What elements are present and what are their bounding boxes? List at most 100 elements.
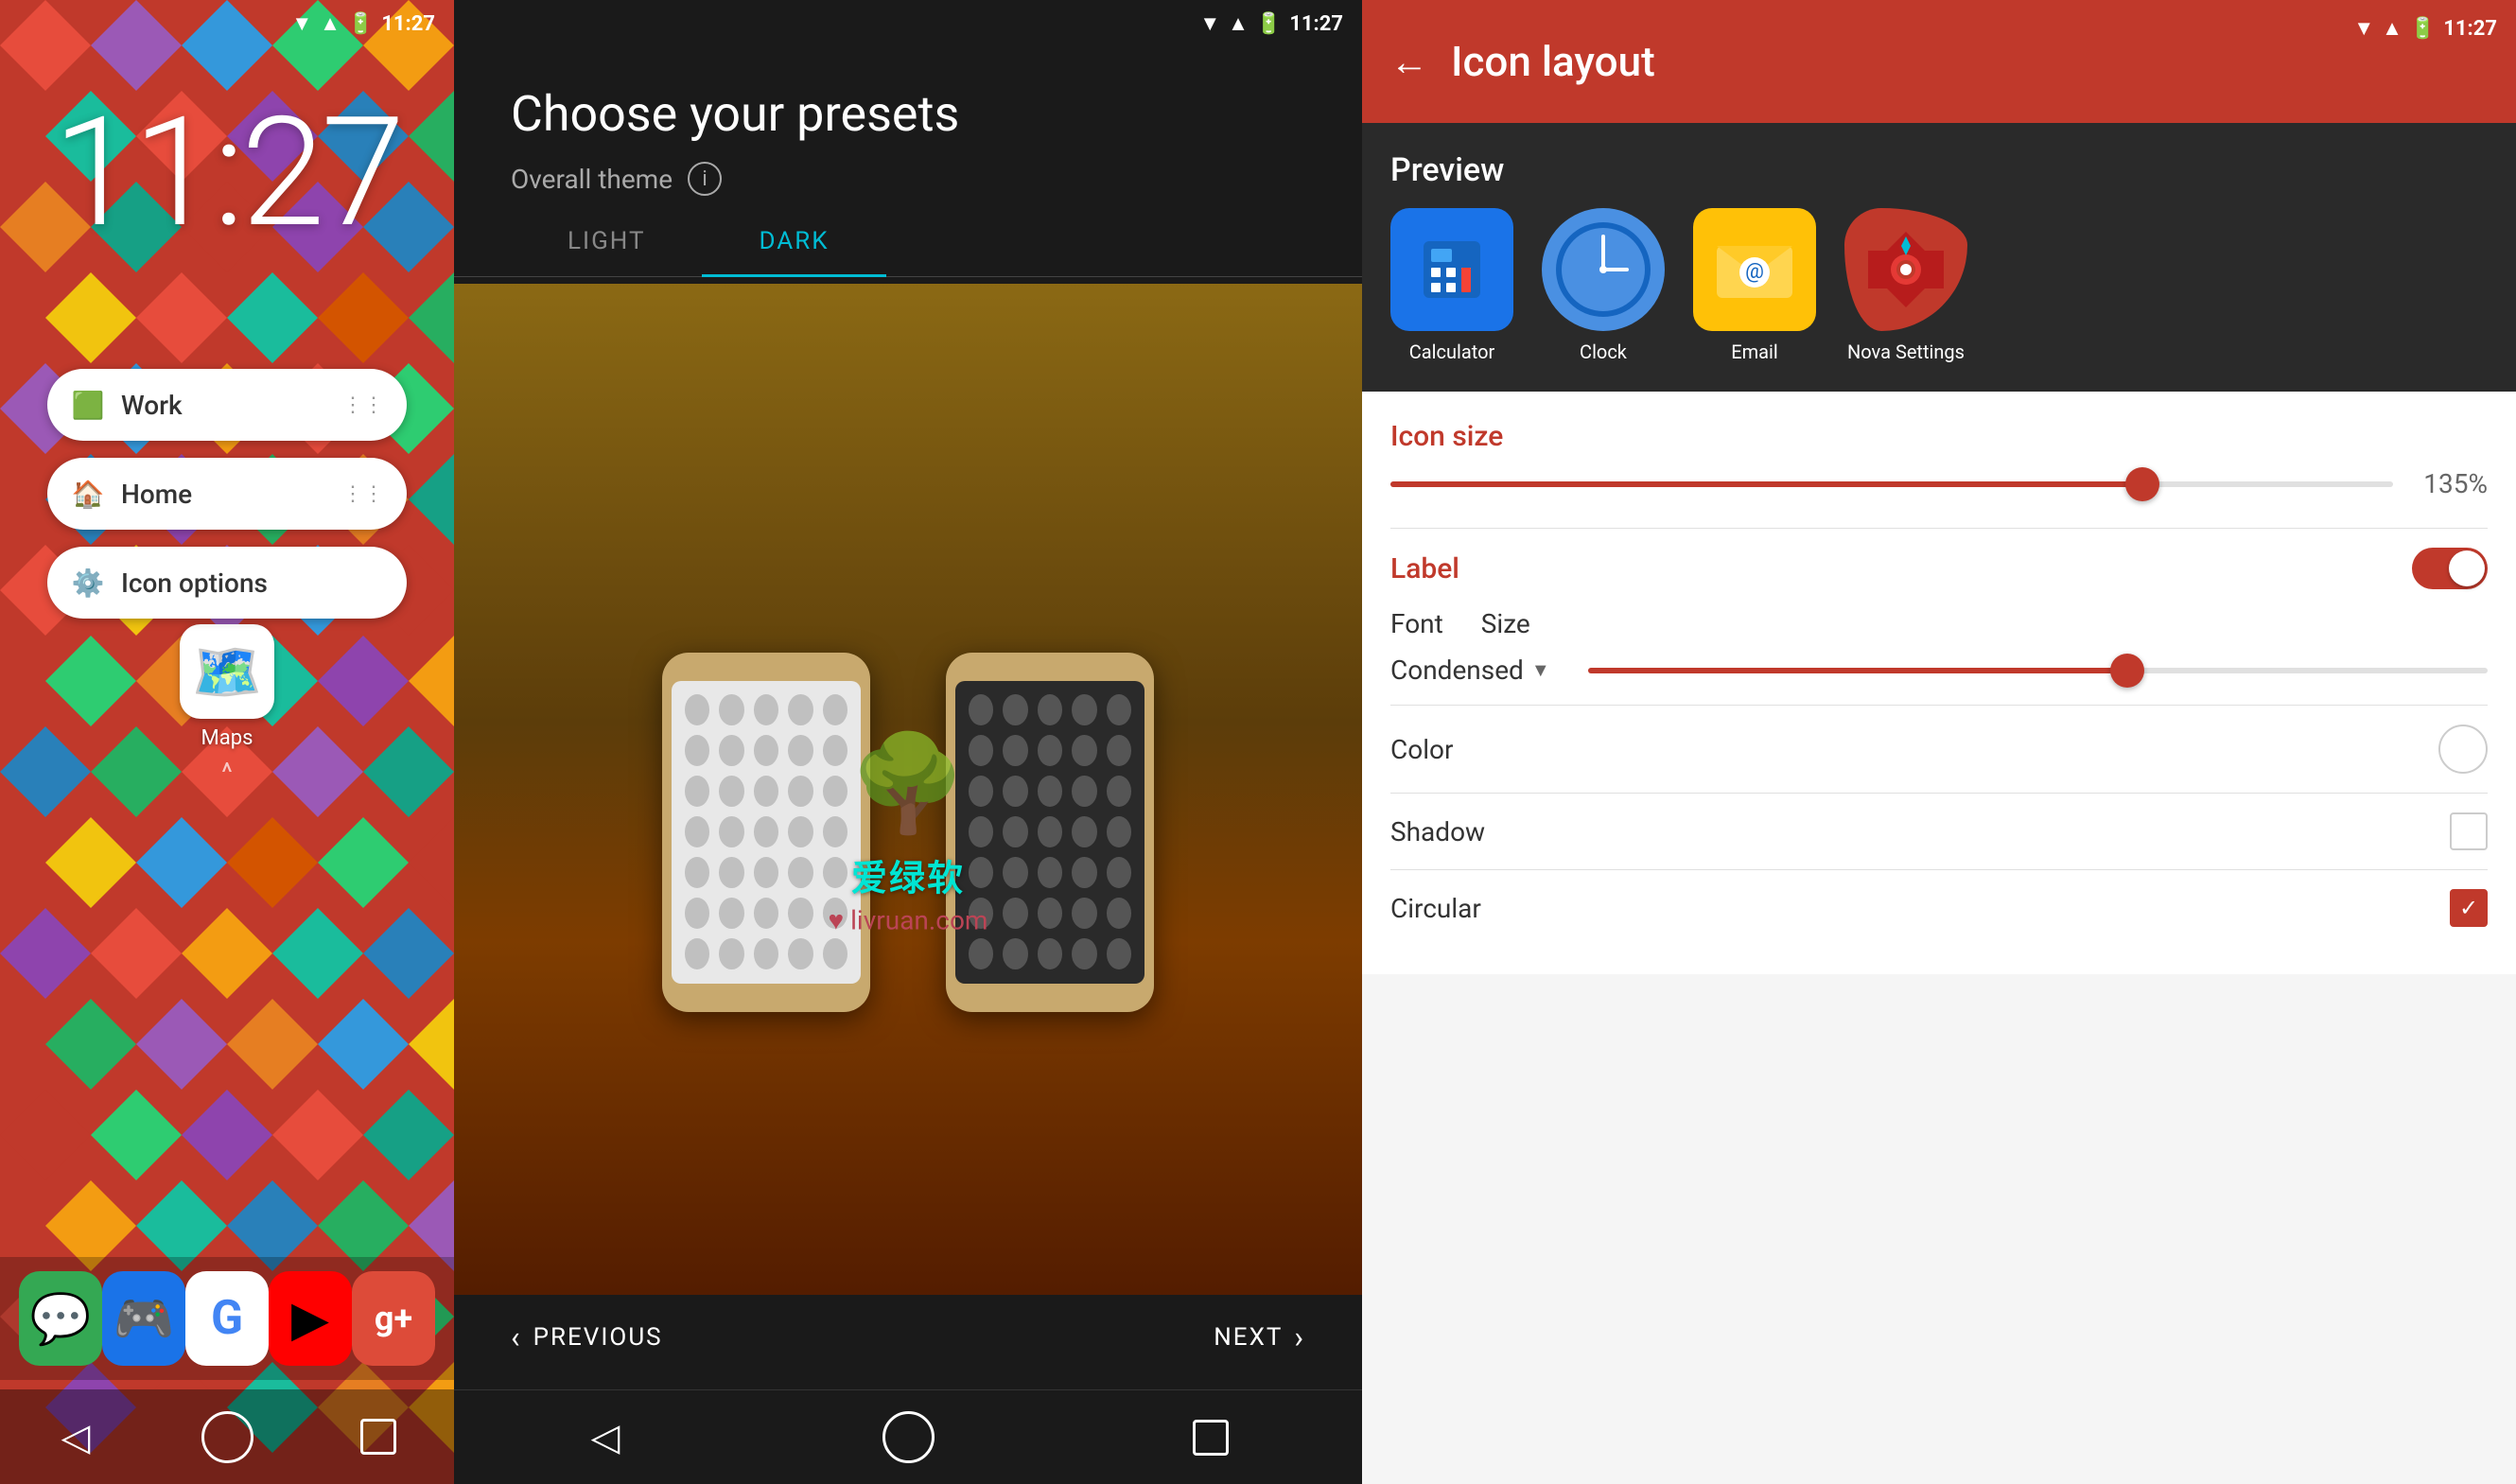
nav-bar-presets: ◁ <box>454 1389 1362 1484</box>
circular-checkbox[interactable]: ✓ <box>2450 889 2488 927</box>
info-icon[interactable]: i <box>688 162 722 196</box>
dot <box>1003 857 1027 888</box>
font-size-thumb[interactable] <box>2110 654 2144 688</box>
font-size-track[interactable] <box>1588 668 2488 673</box>
status-bar-icon-layout: ▼ ▲ 🔋 11:27 <box>2353 0 2497 57</box>
nav-bar-home: ◁ <box>0 1389 454 1484</box>
il-battery-icon: 🔋 <box>2410 17 2436 41</box>
maps-icon-img: 🗺️ <box>180 624 274 719</box>
presets-home-button[interactable] <box>880 1409 936 1466</box>
dot <box>788 694 812 725</box>
presets-nav: ‹ PREVIOUS NEXT › <box>454 1295 1362 1380</box>
preview-icons-row: Calculator Clock <box>1390 208 2488 373</box>
folder-icon-options[interactable]: ⚙️ Icon options <box>47 547 407 619</box>
nav-recents-button[interactable] <box>350 1408 407 1465</box>
preview-email: @ Email <box>1693 208 1816 363</box>
dot <box>754 857 778 888</box>
dot <box>1003 816 1027 847</box>
icon-size-track[interactable] <box>1390 481 2393 487</box>
dot <box>685 816 709 847</box>
battery-icon: 🔋 <box>348 12 374 36</box>
dropdown-arrow-icon: ▼ <box>1531 658 1550 682</box>
panel-home: ▼ ▲ 🔋 11:27 11:27 🟩 Work ⋮⋮ 🏠 Home ⋮⋮ ⚙️… <box>0 0 454 1484</box>
dot <box>1107 816 1131 847</box>
dock-hangouts[interactable]: 💬 <box>19 1271 102 1366</box>
presets-title: Choose your presets <box>511 85 1305 143</box>
font-size-header-row: Font Size <box>1390 608 2488 639</box>
phone-mockup-light <box>662 653 870 1012</box>
clock-label: Clock <box>1580 340 1627 363</box>
dot <box>788 898 812 929</box>
next-button[interactable]: NEXT › <box>1214 1319 1305 1355</box>
email-label: Email <box>1731 340 1778 363</box>
dot <box>685 776 709 807</box>
dot <box>788 816 812 847</box>
dot <box>719 735 743 766</box>
dock-google[interactable]: G <box>185 1271 269 1366</box>
phone-mockup-dark <box>946 653 1154 1012</box>
tab-light[interactable]: LIGHT <box>511 208 702 276</box>
phone-screen-light <box>672 681 861 984</box>
dot <box>1003 898 1027 929</box>
label-toggle[interactable] <box>2412 548 2488 589</box>
presets-back-button[interactable]: ◁ <box>577 1409 634 1466</box>
dot <box>1038 816 1062 847</box>
maps-label: Maps <box>201 726 253 750</box>
prev-button[interactable]: ‹ PREVIOUS <box>511 1319 663 1355</box>
dot <box>1072 938 1096 969</box>
dock-bar: 💬 🎮 G ▶ g+ <box>0 1257 454 1380</box>
label-title: Label <box>1390 552 1459 585</box>
tab-dark[interactable]: DARK <box>702 208 885 277</box>
dot <box>754 694 778 725</box>
icon-size-thumb[interactable] <box>2125 467 2159 501</box>
status-bar-home: ▼ ▲ 🔋 11:27 <box>0 0 454 47</box>
circular-row: Circular ✓ <box>1390 869 2488 946</box>
presets-home-icon <box>882 1411 935 1463</box>
presets-status-icons: ▼ ▲ 🔋 LIGHT 11:27 <box>1199 11 1343 36</box>
dot <box>823 857 847 888</box>
dot <box>788 938 812 969</box>
settings-content: Icon size 135% Label Font Size Condensed <box>1362 392 2516 974</box>
icon-size-value: 135% <box>2412 468 2488 499</box>
presets-recents-button[interactable] <box>1182 1409 1239 1466</box>
dot <box>1003 938 1027 969</box>
calculator-label: Calculator <box>1409 340 1495 363</box>
color-circle[interactable] <box>2438 725 2488 774</box>
maps-icon[interactable]: 🗺️ Maps <box>180 624 274 750</box>
dock-play[interactable]: 🎮 <box>102 1271 185 1366</box>
dot <box>1038 694 1062 725</box>
preview-label: Preview <box>1390 151 2488 189</box>
dot <box>1038 898 1062 929</box>
dot <box>969 938 993 969</box>
work-label: Work <box>121 390 327 421</box>
font-dropdown[interactable]: Condensed ▼ <box>1390 655 1550 686</box>
dot <box>1072 694 1096 725</box>
prev-label: PREVIOUS <box>533 1323 663 1352</box>
icon-layout-back-button[interactable]: ← <box>1390 40 1428 84</box>
shadow-checkbox[interactable] <box>2450 812 2488 850</box>
panel-icon-layout: ▼ ▲ 🔋 11:27 ← Icon layout Preview <box>1362 0 2516 1484</box>
swipe-indicator: ^ <box>221 757 233 788</box>
dot <box>823 816 847 847</box>
overall-theme-label: Overall theme <box>511 164 673 195</box>
wifi-icon: ▼ <box>291 11 312 36</box>
next-arrow-icon: › <box>1294 1319 1305 1355</box>
dock-youtube[interactable]: ▶ <box>269 1271 352 1366</box>
folder-work[interactable]: 🟩 Work ⋮⋮ <box>47 369 407 441</box>
dot <box>969 735 993 766</box>
theme-tabs: LIGHT DARK <box>454 208 1362 277</box>
dot <box>719 694 743 725</box>
phones-area: 🌳 爱绿软 ♥ livruan.com <box>454 284 1362 1380</box>
dot <box>788 776 812 807</box>
nav-back-button[interactable]: ◁ <box>47 1408 104 1465</box>
toggle-thumb <box>2449 550 2485 586</box>
home-dots: ⋮⋮ <box>342 482 384 506</box>
dock-gplus[interactable]: g+ <box>352 1271 435 1366</box>
icon-layout-title: Icon layout <box>1451 37 1655 86</box>
folder-home[interactable]: 🏠 Home ⋮⋮ <box>47 458 407 530</box>
dot <box>719 816 743 847</box>
nav-home-button[interactable] <box>199 1408 255 1465</box>
status-icons: ▼ ▲ 🔋 11:27 <box>291 11 435 36</box>
calculator-icon <box>1390 208 1513 331</box>
il-signal-icon: ▲ <box>2382 16 2402 41</box>
